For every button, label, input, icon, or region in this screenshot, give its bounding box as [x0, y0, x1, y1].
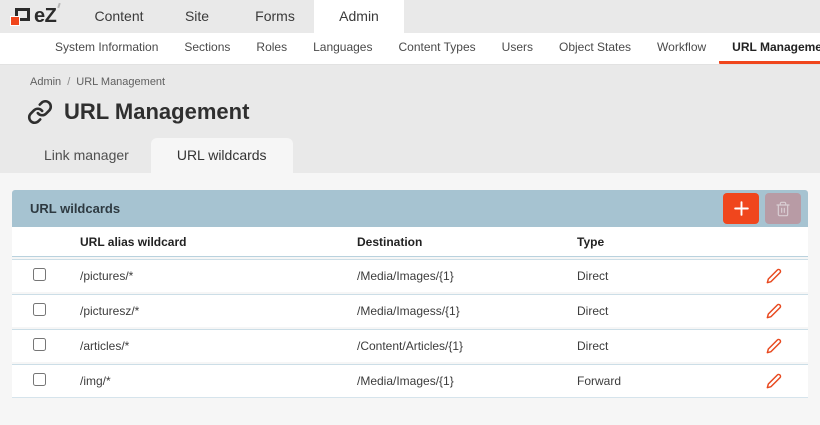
pencil-icon — [766, 373, 782, 389]
tab-bar: Link manager URL wildcards — [0, 138, 820, 173]
subnav-object-states[interactable]: Object States — [546, 33, 644, 64]
edit-button[interactable] — [764, 336, 784, 356]
breadcrumb: Admin / URL Management — [0, 65, 820, 88]
subnav-content-types[interactable]: Content Types — [385, 33, 488, 64]
link-icon — [27, 99, 53, 125]
subnav-roles[interactable]: Roles — [243, 33, 300, 64]
cell-url-alias-wildcard: /img/* — [68, 374, 345, 388]
subnav-languages[interactable]: Languages — [300, 33, 385, 64]
top-bar: eZ Content Site Forms Admin — [0, 0, 820, 33]
main-nav-forms[interactable]: Forms — [236, 0, 314, 33]
row-select-checkbox[interactable] — [33, 268, 46, 281]
tab-url-wildcards[interactable]: URL wildcards — [151, 138, 293, 173]
cell-type: Direct — [565, 304, 753, 318]
cell-url-alias-wildcard: /pictures/* — [68, 269, 345, 283]
pencil-icon — [766, 303, 782, 319]
main-nav-site[interactable]: Site — [158, 0, 236, 33]
table-header-row: URL alias wildcard Destination Type — [12, 227, 808, 257]
ez-logo-icon — [10, 8, 30, 26]
plus-icon — [732, 199, 751, 218]
pencil-icon — [766, 268, 782, 284]
table-row: /articles/* /Content/Articles/{1} Direct — [12, 329, 808, 362]
ez-logo[interactable]: eZ — [0, 0, 80, 33]
delete-wildcards-button[interactable] — [765, 193, 801, 224]
subnav-users[interactable]: Users — [489, 33, 546, 64]
cell-destination: /Media/Imagess/{1} — [345, 304, 565, 318]
cell-destination: /Media/Images/{1} — [345, 374, 565, 388]
cell-destination: /Content/Articles/{1} — [345, 339, 565, 353]
row-select-checkbox[interactable] — [33, 373, 46, 386]
table-row: /picturesz/* /Media/Imagess/{1} Direct — [12, 294, 808, 327]
main-nav-admin[interactable]: Admin — [314, 0, 404, 33]
table-row: /img/* /Media/Images/{1} Forward — [12, 364, 808, 397]
panel-title: URL wildcards — [30, 201, 717, 216]
cell-type: Direct — [565, 269, 753, 283]
subnav-url-management[interactable]: URL Management — [719, 33, 820, 64]
column-header-destination: Destination — [345, 235, 565, 249]
column-header-type: Type — [565, 235, 753, 249]
ez-logo-tick — [58, 3, 61, 8]
table-row: /pictures/* /Media/Images/{1} Direct — [12, 259, 808, 292]
breadcrumb-separator: / — [67, 76, 70, 88]
breadcrumb-admin[interactable]: Admin — [30, 76, 61, 88]
breadcrumb-current: URL Management — [76, 76, 165, 88]
pencil-icon — [766, 338, 782, 354]
row-select-checkbox[interactable] — [33, 338, 46, 351]
tab-link-manager[interactable]: Link manager — [22, 138, 151, 173]
cell-destination: /Media/Images/{1} — [345, 269, 565, 283]
cell-type: Forward — [565, 374, 753, 388]
subnav-system-information[interactable]: System Information — [42, 33, 171, 64]
edit-button[interactable] — [764, 301, 784, 321]
main-nav: Content Site Forms Admin — [80, 0, 404, 33]
cell-type: Direct — [565, 339, 753, 353]
page-title: URL Management — [64, 99, 249, 125]
row-select-checkbox[interactable] — [33, 303, 46, 316]
main-content: URL wildcards URL alias wildcard Destina… — [0, 173, 820, 398]
edit-button[interactable] — [764, 266, 784, 286]
subnav-workflow[interactable]: Workflow — [644, 33, 719, 64]
trash-icon — [775, 201, 791, 217]
table-body: /pictures/* /Media/Images/{1} Direct /pi… — [12, 259, 808, 398]
main-nav-content[interactable]: Content — [80, 0, 158, 33]
url-wildcards-panel-header: URL wildcards — [12, 190, 808, 227]
column-header-url-alias-wildcard: URL alias wildcard — [68, 235, 345, 249]
edit-button[interactable] — [764, 371, 784, 391]
cell-url-alias-wildcard: /picturesz/* — [68, 304, 345, 318]
admin-sub-nav: System Information Sections Roles Langua… — [0, 33, 820, 65]
add-wildcard-button[interactable] — [723, 193, 759, 224]
cell-url-alias-wildcard: /articles/* — [68, 339, 345, 353]
page-header: Admin / URL Management URL Management Link… — [0, 65, 820, 173]
ez-logo-text: eZ — [34, 5, 56, 28]
subnav-sections[interactable]: Sections — [171, 33, 243, 64]
